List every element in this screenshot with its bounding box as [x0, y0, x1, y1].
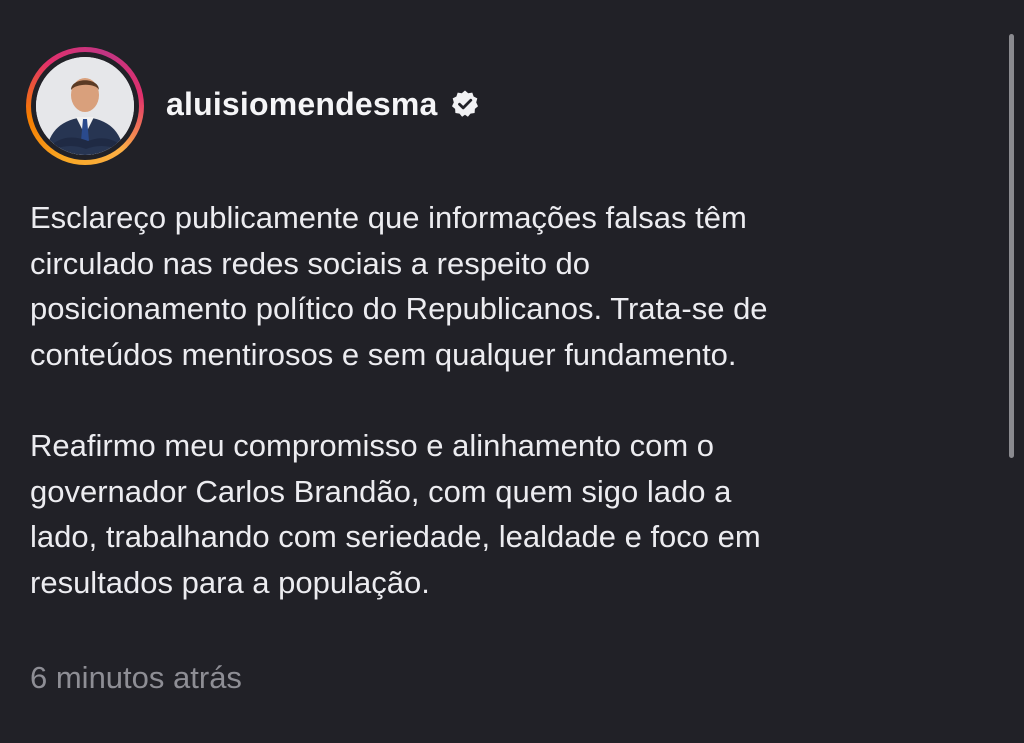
username[interactable]: aluisiomendesma	[166, 86, 438, 123]
verified-badge-icon	[450, 89, 480, 119]
post-timestamp: 6 minutos atrás	[30, 660, 242, 695]
post-body: Esclareço publicamente que informações f…	[30, 195, 990, 605]
post-paragraph-1: Esclareço publicamente que informações f…	[30, 200, 768, 372]
post-paragraph-2: Reafirmo meu compromisso e alinhamento c…	[30, 428, 761, 600]
profile-photo-icon	[36, 57, 134, 155]
post-header: aluisiomendesma	[26, 46, 480, 166]
story-ring[interactable]	[26, 47, 144, 165]
scrollbar[interactable]	[1009, 34, 1014, 458]
post-screen: aluisiomendesma Esclareço publicamente q…	[0, 0, 1024, 743]
avatar[interactable]	[36, 57, 134, 155]
username-row: aluisiomendesma	[166, 86, 480, 123]
